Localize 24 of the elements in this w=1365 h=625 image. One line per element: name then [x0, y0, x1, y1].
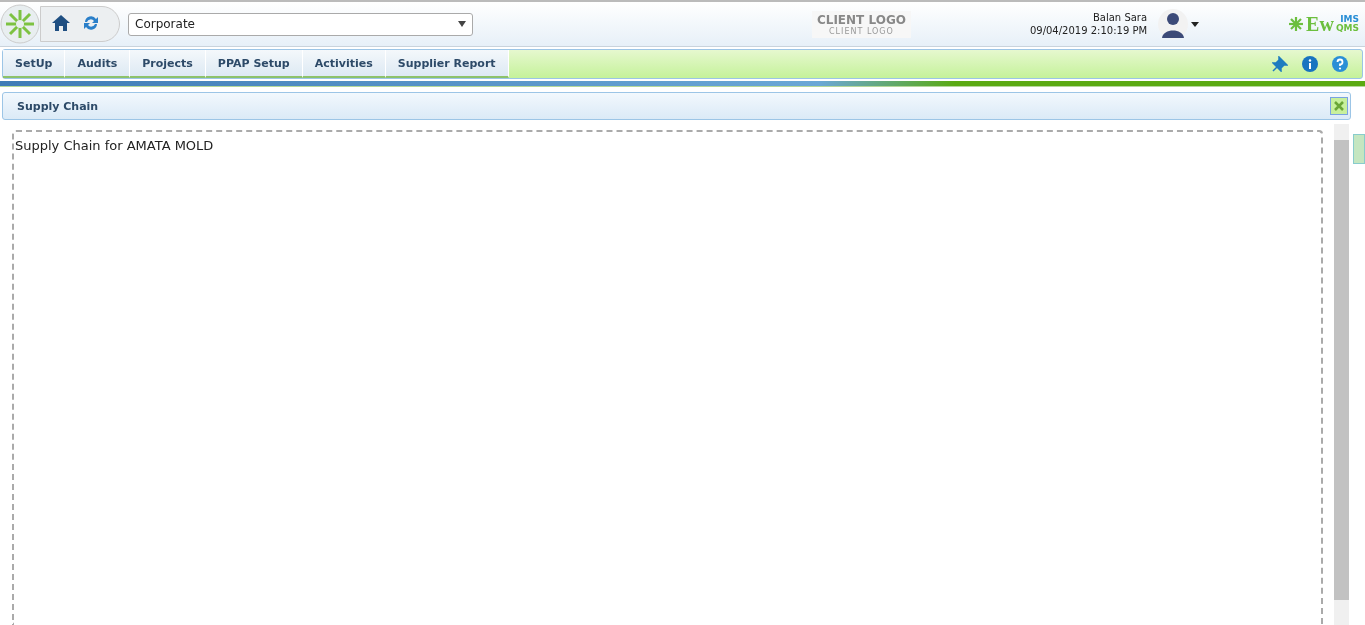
info-icon[interactable] — [1302, 56, 1318, 72]
menu-tab[interactable]: SetUp — [3, 50, 66, 78]
content-title: Supply Chain for AMATA MOLD — [15, 138, 214, 153]
close-icon[interactable] — [1334, 101, 1344, 111]
sunburst-logo-icon[interactable] — [0, 4, 40, 44]
scrollbar[interactable] — [1334, 124, 1349, 625]
dropdown-arrow-icon[interactable] — [458, 21, 466, 27]
menu-tab[interactable]: Activities — [302, 50, 386, 78]
pin-icon[interactable] — [1272, 56, 1288, 72]
menu-tab[interactable]: Supplier Report — [385, 50, 509, 78]
close-button[interactable] — [1330, 97, 1348, 115]
user-name: Balan Sara — [1092, 11, 1148, 24]
menu-tab[interactable]: Projects — [130, 50, 206, 78]
menu-tab[interactable]: Audits — [65, 50, 131, 78]
user-avatar-icon[interactable] — [1158, 9, 1189, 39]
panel-title: Supply Chain — [17, 99, 99, 113]
client-logo: CLIENT LOGO CLIENT LOGO — [811, 10, 911, 38]
menu-tab[interactable]: PPAP Setup — [205, 50, 303, 78]
home-icon[interactable] — [51, 13, 71, 33]
refresh-icon[interactable] — [81, 13, 101, 33]
caret-icon[interactable] — [1191, 21, 1200, 27]
date-time: 09/04/2019 2:10:19 PM — [1029, 24, 1148, 37]
site-select[interactable]: Corporate — [128, 12, 473, 36]
help-icon[interactable] — [1332, 56, 1348, 72]
